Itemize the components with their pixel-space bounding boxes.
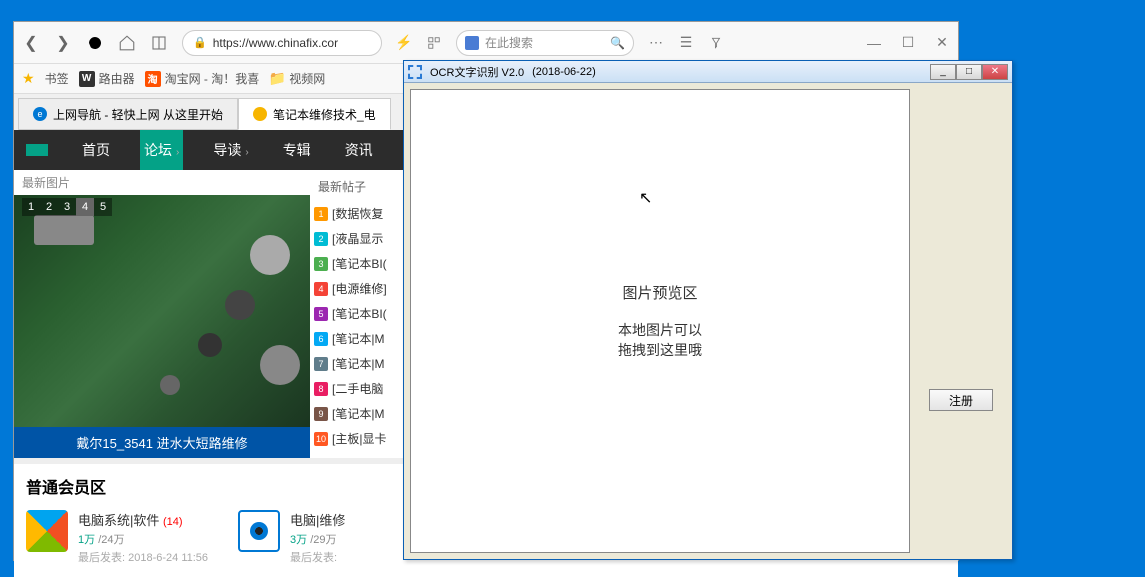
url-text: https://www.chinafix.cor	[213, 36, 338, 50]
page-1[interactable]: 1	[22, 198, 40, 216]
nav-home[interactable]: 首页	[78, 130, 114, 170]
tab-chinafix[interactable]: 笔记本维修技术_电	[238, 98, 391, 130]
search-icon[interactable]: 🔍	[610, 36, 625, 50]
page-3[interactable]: 3	[58, 198, 76, 216]
card-stats: 1万 /24万	[78, 531, 208, 547]
preview-title: 图片预览区	[622, 282, 697, 303]
router-icon: W	[79, 71, 95, 87]
carousel-pager: 1 2 3 4 5	[22, 198, 112, 216]
card-system[interactable]: 电脑系统|软件 (14) 1万 /24万 最后发表: 2018-6-24 11:…	[26, 510, 208, 565]
ocr-preview-area[interactable]: ↖ 图片预览区 本地图片可以 拖拽到这里哦	[410, 89, 910, 553]
nav-album[interactable]: 专辑	[279, 130, 315, 170]
search-provider-icon	[465, 36, 479, 50]
nav-stat-icon	[26, 144, 48, 156]
register-button[interactable]: 注册	[929, 389, 993, 411]
nav-forum[interactable]: 论坛	[140, 130, 183, 170]
menu-icon[interactable]: ☰	[678, 35, 694, 51]
ocr-window: OCR文字识别 V2.0 (2018-06-22) _ □ ✕ ↖ 图片预览区 …	[403, 60, 1013, 560]
preview-hint: 本地图片可以 拖拽到这里哦	[618, 321, 702, 360]
page-5[interactable]: 5	[94, 198, 112, 216]
carousel-caption[interactable]: 戴尔15_3541 进水大短路维修	[14, 427, 310, 458]
qr-icon[interactable]	[426, 35, 442, 51]
windows-icon	[26, 510, 68, 552]
address-bar[interactable]: 🔒 https://www.chinafix.cor	[182, 30, 382, 56]
back-button[interactable]: ❮	[22, 34, 40, 52]
reader-button[interactable]	[150, 34, 168, 52]
taobao-icon: 淘	[145, 71, 161, 87]
close-button[interactable]: ✕	[934, 35, 950, 51]
bookmark-taobao[interactable]: 淘 淘宝网 - 淘！我喜	[145, 70, 260, 87]
browser-toolbar: ❮ ❯ 🔒 https://www.chinafix.cor ⚡ 在此搜索 🔍 …	[14, 22, 958, 64]
cursor-icon: ↖	[639, 188, 652, 208]
page-4[interactable]: 4	[76, 198, 94, 216]
carousel: 最新图片 1 2 3 4 5 戴尔15_3541 进水大短路维修	[14, 170, 310, 458]
bookmark-video[interactable]: 📁 视频网	[269, 70, 325, 87]
minimize-button[interactable]: —	[866, 35, 882, 51]
carousel-header: 最新图片	[14, 170, 310, 195]
card-date: 最后发表: 2018-6-24 11:56	[78, 549, 208, 565]
filter-icon[interactable]	[708, 35, 724, 51]
card-title: 电脑|维修	[290, 510, 345, 529]
maximize-button[interactable]: ☐	[900, 35, 916, 51]
sun-icon	[253, 107, 267, 121]
bookmarks-label: 书签	[45, 70, 69, 87]
ocr-app-icon	[408, 65, 422, 79]
ocr-title-text: OCR文字识别 V2.0	[430, 64, 524, 80]
ocr-minimize-button[interactable]: _	[930, 64, 956, 80]
ocr-close-button[interactable]: ✕	[982, 64, 1008, 80]
nav-news[interactable]: 资讯	[341, 130, 377, 170]
bookmark-router[interactable]: W 路由器	[79, 70, 135, 87]
search-placeholder: 在此搜索	[485, 34, 533, 51]
ocr-body: ↖ 图片预览区 本地图片可以 拖拽到这里哦 注册	[404, 83, 1012, 559]
flash-icon[interactable]: ⚡	[396, 35, 412, 51]
bookmark-star-icon[interactable]: ★	[22, 70, 35, 87]
search-bar[interactable]: 在此搜索 🔍	[456, 30, 634, 56]
card-repair[interactable]: 电脑|维修 3万 /29万 最后发表:	[238, 510, 345, 565]
folder-icon: 📁	[269, 71, 285, 87]
card-date: 最后发表:	[290, 549, 345, 565]
section-title: 普通会员区	[26, 474, 106, 498]
more-icon[interactable]: ⋯	[648, 35, 664, 51]
tab-nav[interactable]: e 上网导航 - 轻快上网 从这里开始	[18, 98, 238, 130]
refresh-button[interactable]	[86, 34, 104, 52]
card-stats: 3万 /29万	[290, 531, 345, 547]
page-2[interactable]: 2	[40, 198, 58, 216]
ocr-titlebar[interactable]: OCR文字识别 V2.0 (2018-06-22) _ □ ✕	[404, 61, 1012, 83]
home-button[interactable]	[118, 34, 136, 52]
ocr-maximize-button[interactable]: □	[956, 64, 982, 80]
lock-icon: 🔒	[193, 36, 207, 49]
carousel-image[interactable]	[14, 195, 310, 427]
nav-guide[interactable]: 导读	[209, 130, 252, 170]
ocr-date: (2018-06-22)	[532, 66, 596, 78]
camera-icon	[238, 510, 280, 552]
card-title: 电脑系统|软件 (14)	[78, 510, 208, 529]
edge-icon: e	[33, 107, 47, 121]
forward-button[interactable]: ❯	[54, 34, 72, 52]
